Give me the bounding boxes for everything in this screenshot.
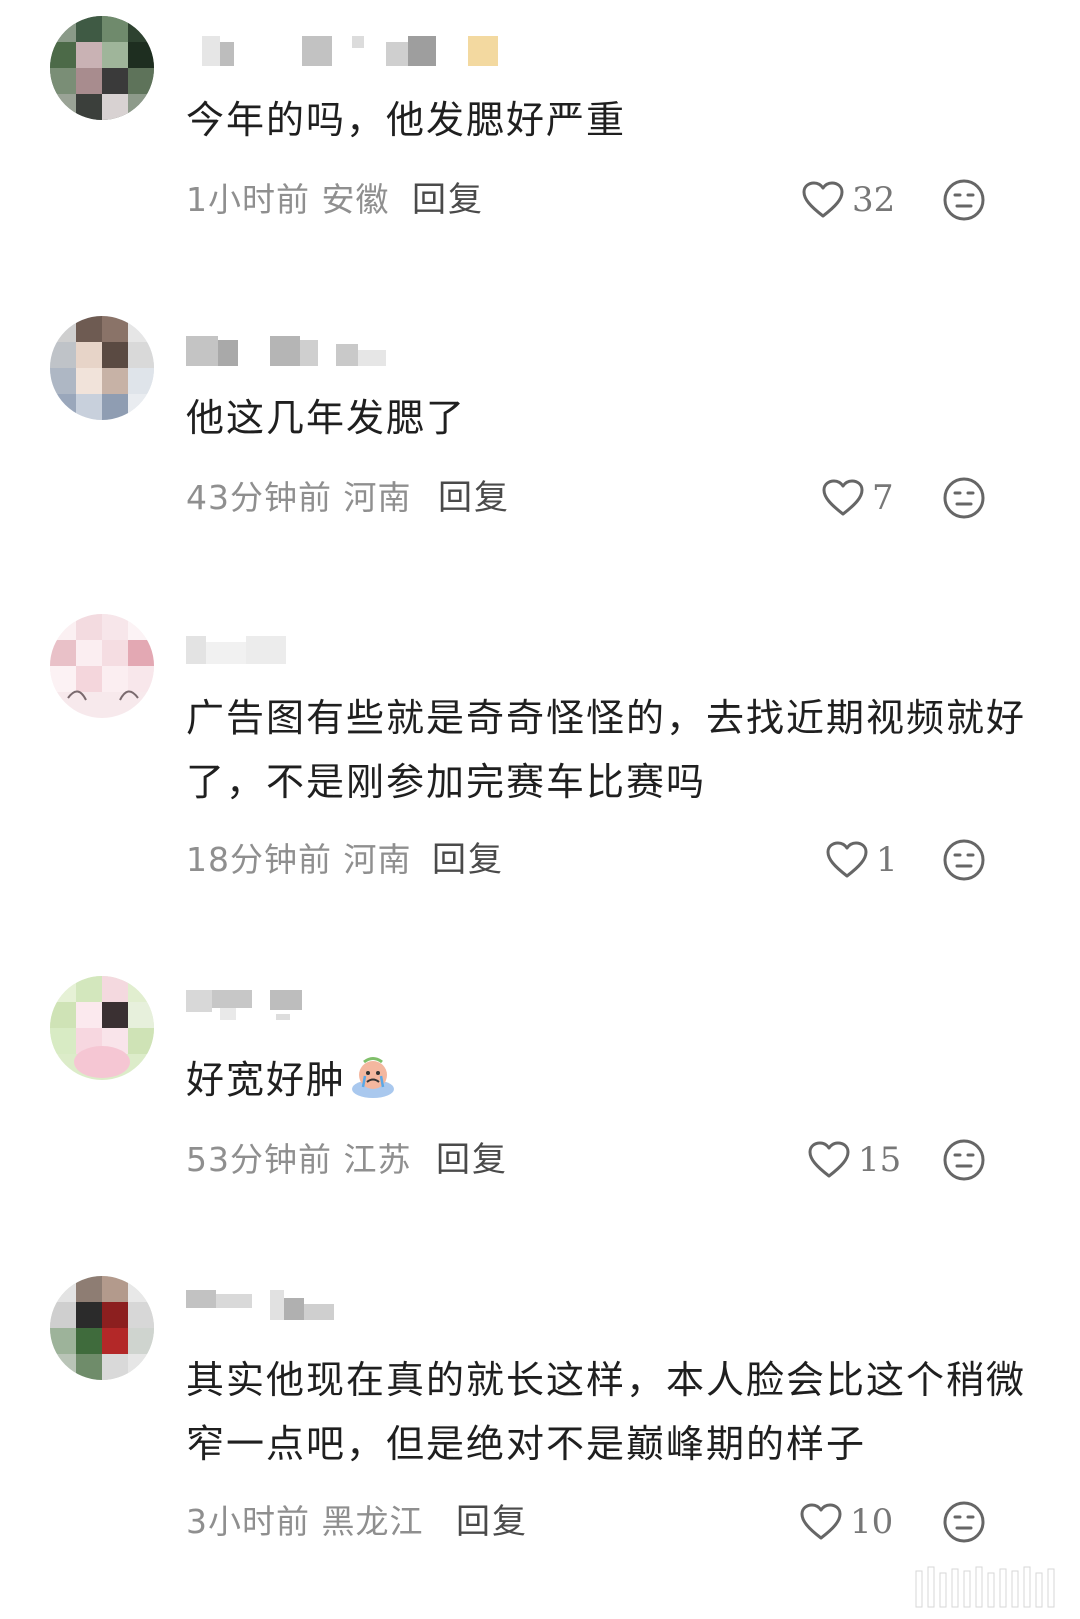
username-redacted[interactable] (186, 332, 526, 370)
comment-text: 今年的吗，他发腮好严重 (186, 98, 627, 142)
dislike-button[interactable] (942, 178, 986, 222)
watermark-overlay (876, 1561, 1066, 1615)
heart-outline-icon (800, 1503, 842, 1541)
like-button[interactable]: 15 (808, 1136, 901, 1184)
neutral-face-icon (943, 1501, 985, 1543)
dislike-button[interactable] (942, 1138, 986, 1182)
like-button[interactable]: 1 (826, 836, 898, 884)
username-redacted[interactable] (186, 986, 526, 1024)
heart-outline-icon (826, 841, 868, 879)
like-button[interactable]: 7 (822, 474, 894, 522)
user-avatar[interactable] (50, 16, 154, 120)
like-count: 10 (850, 1502, 894, 1542)
username-redacted[interactable] (186, 1286, 526, 1324)
like-count: 1 (876, 840, 898, 880)
neutral-face-icon (943, 477, 985, 519)
comment-time-location: 1小时前 安徽 (186, 180, 390, 219)
comment-meta: 3小时前 黑龙江 回复 10 (186, 1498, 1046, 1546)
comment-text-content: 好宽好肿 (186, 1058, 347, 1102)
comment-meta: 18分钟前 河南 回复 1 (186, 836, 1046, 884)
comment-text: 广告图有些就是奇奇怪怪的，去找近期视频就好了，不是刚参加完赛车比赛吗 (186, 696, 1027, 804)
dislike-button[interactable] (942, 838, 986, 882)
comment-meta: 53分钟前 江苏 回复 15 (186, 1136, 1046, 1184)
dislike-button[interactable] (942, 1500, 986, 1544)
heart-outline-icon (802, 181, 844, 219)
comment-time-location: 18分钟前 河南 (186, 840, 412, 879)
user-avatar[interactable] (50, 976, 154, 1080)
comment-meta: 1小时前 安徽 回复 32 (186, 176, 1046, 224)
reply-button[interactable]: 回复 (412, 176, 484, 224)
dislike-button[interactable] (942, 476, 986, 520)
reply-button[interactable]: 回复 (456, 1498, 528, 1546)
like-count: 15 (858, 1140, 902, 1180)
heart-outline-icon (808, 1141, 850, 1179)
like-count: 32 (852, 180, 896, 220)
reply-button[interactable]: 回复 (436, 1136, 508, 1184)
neutral-face-icon (943, 1139, 985, 1181)
comment-time-location: 53分钟前 江苏 (186, 1140, 412, 1179)
username-redacted[interactable] (186, 630, 526, 668)
comment-text: 其实他现在真的就长这样，本人脸会比这个稍微窄一点吧，但是绝对不是巅峰期的样子 (186, 1358, 1027, 1466)
neutral-face-icon (943, 179, 985, 221)
comment-time-location: 43分钟前 河南 (186, 478, 412, 517)
reply-button[interactable]: 回复 (438, 474, 510, 522)
comment-text: 好宽好肿 (186, 1048, 1026, 1112)
comment-time-location: 3小时前 黑龙江 (186, 1502, 424, 1541)
neutral-face-icon (943, 839, 985, 881)
user-avatar[interactable] (50, 614, 154, 718)
user-avatar[interactable] (50, 1276, 154, 1380)
like-button[interactable]: 32 (802, 176, 895, 224)
comment-text: 他这几年发腮了 (186, 396, 467, 440)
username-redacted[interactable] (186, 32, 526, 70)
user-avatar[interactable] (50, 316, 154, 420)
comment-list: 今年的吗，他发腮好严重 1小时前 安徽 回复 32 他这几年发腮了 43分钟前 … (0, 0, 1080, 1619)
comment-meta: 43分钟前 河南 回复 7 (186, 474, 1046, 522)
like-button[interactable]: 10 (800, 1498, 893, 1546)
reply-button[interactable]: 回复 (432, 836, 504, 884)
like-count: 7 (872, 478, 894, 518)
crying-emoji-icon (350, 1053, 396, 1099)
heart-outline-icon (822, 479, 864, 517)
